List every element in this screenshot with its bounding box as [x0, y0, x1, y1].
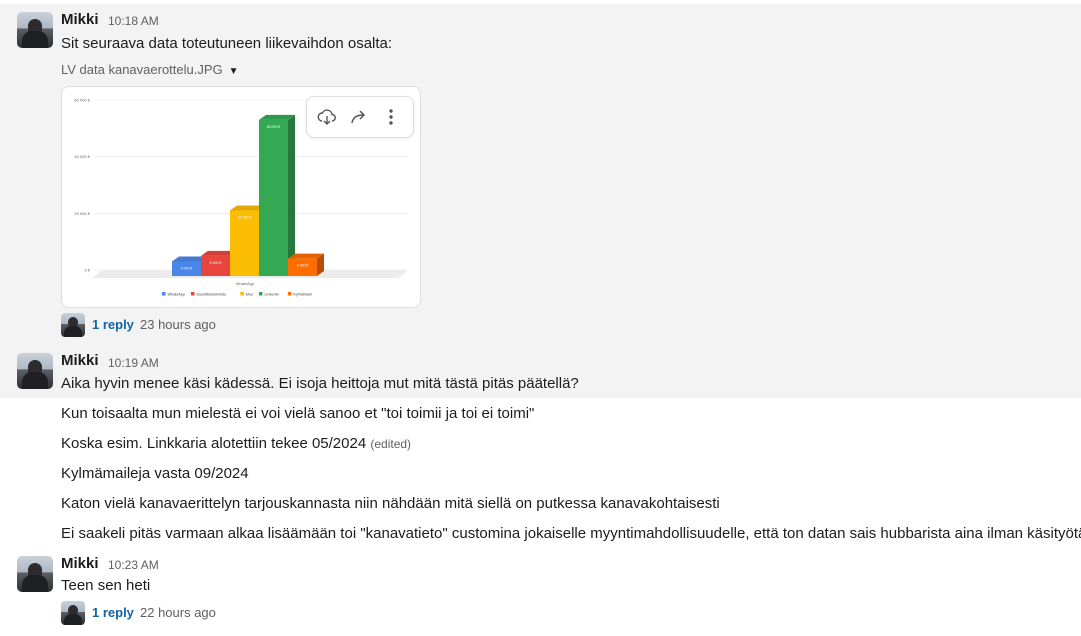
reply-avatar [61, 313, 85, 337]
timestamp[interactable]: 10:23 AM [108, 558, 159, 572]
y-tick-label: 40 000 € [74, 154, 90, 159]
message-text: Koska esim. Linkkaria alotettiin tekee 0… [61, 435, 412, 452]
author-name[interactable]: Mikki [61, 352, 99, 369]
message-text: Kylmämaileja vasta 09/2024 [61, 465, 249, 482]
x-axis-label: WhatsApp [236, 281, 255, 286]
legend-swatch [190, 292, 195, 296]
image-actions-toolbar [306, 96, 414, 138]
bar [259, 119, 288, 276]
bar-side [288, 114, 295, 276]
last-reply-time: 23 hours ago [140, 317, 216, 332]
legend-label: Suosittelutoimisto [196, 292, 226, 296]
legend-swatch [162, 292, 166, 296]
reply-count[interactable]: 1 reply [92, 605, 134, 620]
caret-down-icon[interactable]: ▼ [229, 66, 239, 77]
author-name[interactable]: Mikki [61, 11, 99, 28]
avatar[interactable] [17, 353, 53, 389]
timestamp[interactable]: 10:19 AM [108, 356, 159, 370]
legend-label: Muu [246, 292, 253, 296]
legend-swatch [240, 292, 244, 296]
avatar[interactable] [17, 12, 53, 48]
y-tick-label: 0 € [84, 268, 90, 273]
legend-label: WhatsApp [168, 292, 186, 296]
last-reply-time: 22 hours ago [140, 605, 216, 620]
legend-label: LinkedIn [264, 292, 278, 296]
bar-data-label: 4 000 € [297, 264, 309, 268]
y-tick-label: 20 000 € [74, 211, 90, 216]
bar-data-label: 5 000 € [210, 261, 222, 265]
message-text: Ei saakeli pitäs varmaan alkaa lisäämään… [61, 525, 1081, 542]
message-3: Mikki 10:23 AM Teen sen heti 1 reply 22 … [0, 550, 1081, 636]
legend-swatch [287, 292, 292, 296]
legend-swatch [258, 292, 263, 296]
bar-data-label: 53 000 € [267, 125, 281, 129]
message-continuations: Kun toisaalta mun mielestä ei voi vielä … [0, 398, 1081, 548]
message-text: Sit seuraava data toteutuneen liikevaihd… [61, 35, 393, 52]
message-1: Mikki 10:18 AM Sit seuraava data toteutu… [0, 4, 1081, 352]
bar-data-label: 3 000 € [181, 267, 193, 271]
avatar[interactable] [17, 556, 53, 592]
more-options-icon[interactable] [381, 107, 401, 127]
author-name[interactable]: Mikki [61, 555, 99, 572]
y-tick-label: 60 000 € [74, 98, 90, 103]
message-2: Mikki 10:19 AM Aika hyvin menee käsi käd… [0, 352, 1081, 398]
bar [201, 255, 230, 276]
edited-label: (edited) [370, 437, 412, 451]
attachment-filename[interactable]: LV data kanavaerottelu.JPG ▼ [61, 62, 239, 77]
message-text: Kun toisaalta mun mielestä ei voi vielä … [61, 405, 535, 422]
message-text: Katon vielä kanavaerittelyn tarjouskanna… [61, 495, 720, 512]
message-text: Teen sen heti [61, 577, 151, 594]
bar-data-label: 21 000 € [238, 216, 252, 220]
bar [230, 210, 259, 276]
share-icon[interactable] [349, 107, 369, 127]
legend-label: Kylmämaili [293, 292, 312, 296]
timestamp[interactable]: 10:18 AM [108, 14, 159, 28]
message-text: Aika hyvin menee käsi kädessä. Ei isoja … [61, 375, 579, 392]
download-icon[interactable] [317, 107, 337, 127]
reply-avatar [61, 601, 85, 625]
reply-count[interactable]: 1 reply [92, 317, 134, 332]
